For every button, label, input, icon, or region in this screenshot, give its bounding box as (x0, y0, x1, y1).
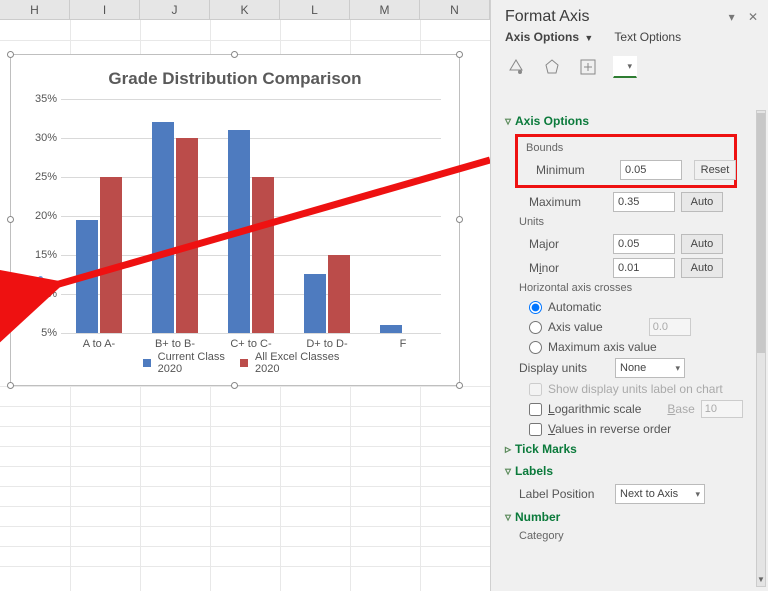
x-category: D+ to D- (297, 338, 357, 350)
fill-line-icon[interactable] (505, 56, 527, 78)
panel-scrollbar[interactable]: ▲ ▼ (756, 110, 766, 587)
maximum-input[interactable] (613, 192, 675, 212)
bar-series1[interactable] (252, 177, 274, 333)
legend-label: All Excel Classes2020 (255, 351, 339, 375)
base-label: Base (667, 402, 694, 416)
y-tick: 15% (23, 249, 57, 261)
col-header[interactable]: H (0, 0, 70, 19)
chart-object[interactable]: Grade Distribution Comparison 5% 10% 15%… (10, 54, 460, 386)
x-category: A to A- (69, 338, 129, 350)
x-category: B+ to B- (145, 338, 205, 350)
x-category: F (373, 338, 433, 350)
bar-series0[interactable] (228, 130, 250, 333)
col-header[interactable]: N (420, 0, 490, 19)
panel-options-icon[interactable]: ▾ (729, 10, 735, 24)
bar-series1[interactable] (328, 255, 350, 333)
units-label: Units (505, 214, 754, 232)
y-tick: 25% (23, 171, 57, 183)
section-tick-marks[interactable]: ▹Tick Marks (505, 438, 754, 460)
col-header[interactable]: L (280, 0, 350, 19)
close-icon[interactable]: ✕ (748, 10, 758, 24)
tab-axis-options[interactable]: Axis Options ▼ (505, 30, 593, 44)
check-show-du (529, 383, 542, 396)
spreadsheet-area: H I J K L M N Grade Distribution Compari… (0, 0, 490, 591)
minor-label: Minor (529, 261, 607, 275)
log-scale-label: Logarithmic scale (548, 402, 641, 416)
label-position-label: Label Position (519, 487, 609, 501)
minimum-label: Minimum (536, 163, 614, 177)
check-log-scale[interactable] (529, 403, 542, 416)
legend-swatch (240, 359, 248, 367)
col-header[interactable]: M (350, 0, 420, 19)
bar-series1[interactable] (100, 177, 122, 333)
category-label: Category (505, 528, 754, 546)
x-category: C+ to C- (221, 338, 281, 350)
axis-options-icon[interactable] (613, 56, 637, 78)
minor-input[interactable] (613, 258, 675, 278)
effects-icon[interactable] (541, 56, 563, 78)
bounds-label: Bounds (522, 140, 730, 158)
reset-button[interactable]: Reset (694, 160, 736, 180)
axis-value-input[interactable] (649, 318, 691, 336)
section-number[interactable]: ▿Number (505, 506, 754, 528)
col-header[interactable]: I (70, 0, 140, 19)
show-du-label: Show display units label on chart (548, 382, 723, 396)
bar-series1[interactable] (176, 138, 198, 333)
auto-button[interactable]: Auto (681, 258, 723, 278)
radio-axis-value[interactable] (529, 321, 542, 334)
legend-label: Current Class2020 (158, 351, 225, 375)
bar-series0[interactable] (152, 122, 174, 333)
tab-text-options[interactable]: Text Options (614, 30, 681, 44)
minimum-input[interactable] (620, 160, 682, 180)
display-units-label: Display units (519, 361, 609, 375)
y-tick: 20% (23, 210, 57, 222)
scroll-down-icon[interactable]: ▼ (757, 574, 765, 586)
size-props-icon[interactable] (577, 56, 599, 78)
chart-legend[interactable]: Current Class2020 All Excel Classes2020 (11, 351, 459, 375)
values-reverse-label: Values in reverse order (548, 422, 671, 436)
y-tick: 35% (23, 93, 57, 105)
highlight-bounds-minimum: Bounds Minimum Reset (515, 134, 737, 188)
check-values-reverse[interactable] (529, 423, 542, 436)
base-input (701, 400, 743, 418)
bar-series0[interactable] (380, 325, 402, 333)
column-headers: H I J K L M N (0, 0, 490, 20)
radio-max-axis-value[interactable] (529, 341, 542, 354)
max-axis-value-label: Maximum axis value (548, 340, 657, 354)
bar-series0[interactable] (76, 220, 98, 333)
auto-button[interactable]: Auto (681, 234, 723, 254)
axis-value-label: Axis value (548, 320, 603, 334)
chart-title[interactable]: Grade Distribution Comparison (11, 55, 459, 95)
hac-label: Horizontal axis crosses (505, 280, 754, 298)
col-header[interactable]: J (140, 0, 210, 19)
auto-button[interactable]: Auto (681, 192, 723, 212)
chevron-down-icon: ▼ (584, 33, 593, 43)
plot-area[interactable]: 5% 10% 15% 20% 25% 30% 35% A to A- B+ to… (61, 99, 441, 333)
y-tick: 5% (23, 327, 57, 339)
major-label: Major (529, 237, 607, 251)
radio-automatic[interactable] (529, 301, 542, 314)
panel-scroll-body: ▿Axis Options Bounds Minimum Reset Maxim… (491, 110, 754, 591)
automatic-label: Automatic (548, 300, 601, 314)
legend-swatch (143, 359, 151, 367)
col-header[interactable]: K (210, 0, 280, 19)
display-units-select[interactable]: None (615, 358, 685, 378)
section-labels[interactable]: ▿Labels (505, 460, 754, 482)
format-axis-panel: Format Axis ▾ ✕ Axis Options ▼ Text Opti… (490, 0, 768, 591)
selected-axis-label[interactable] (11, 278, 41, 294)
label-position-select[interactable]: Next to Axis (615, 484, 705, 504)
section-axis-options[interactable]: ▿Axis Options (505, 110, 754, 132)
panel-title: Format Axis (505, 8, 589, 26)
y-tick: 30% (23, 132, 57, 144)
major-input[interactable] (613, 234, 675, 254)
scroll-thumb[interactable] (757, 113, 765, 353)
bar-series0[interactable] (304, 274, 326, 333)
maximum-label: Maximum (529, 195, 607, 209)
